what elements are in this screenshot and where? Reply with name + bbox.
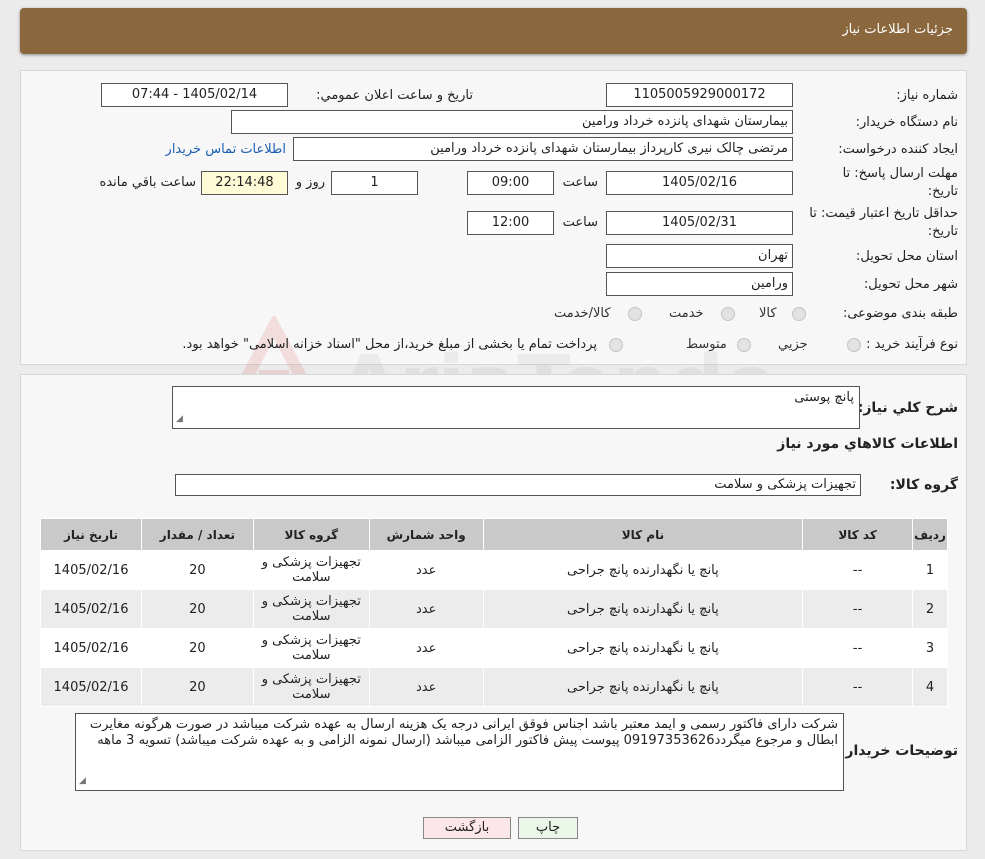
treasury-payment-note: پرداخت تمام يا بخشی از مبلغ خريد،از محل … [182, 337, 597, 352]
category-option-service: خدمت [669, 306, 704, 321]
purchase-radio-medium[interactable] [737, 338, 751, 352]
col-quantity: تعداد / مقدار [141, 518, 254, 551]
general-desc-textarea[interactable]: پانچ پوستی ◢ [172, 386, 860, 429]
col-need-date: تاريخ نياز [40, 518, 142, 551]
items-table: رديف كد كالا نام كالا واحد شمارش گروه كا… [40, 518, 948, 707]
buyer-org-field[interactable]: بیمارستان شهدای پانزده خرداد ورامین [231, 110, 793, 134]
print-button[interactable]: چاپ [518, 817, 578, 839]
cell-goods-code: -- [802, 550, 914, 590]
reply-date-field[interactable]: 1405/02/16 [606, 171, 793, 195]
cell-goods-name: پانچ یا نگهدارنده پانچ جراحی [482, 550, 804, 590]
goods-info-title: اطلاعات كالاهاي مورد نياز [777, 436, 958, 452]
back-button[interactable]: بازگشت [423, 817, 511, 839]
reply-time-field[interactable]: 09:00 [467, 171, 554, 195]
province-field[interactable]: تهران [606, 244, 793, 268]
buyer-notes-textarea[interactable]: شرکت دارای فاکتور رسمی و ایمد معتبر باشد… [75, 713, 844, 791]
cell-goods-code: -- [802, 589, 914, 629]
resize-grip-icon[interactable]: ◢ [79, 773, 86, 789]
price-validity-time-field[interactable]: 12:00 [467, 211, 554, 235]
days-label: روز و [295, 175, 325, 190]
buyer-notes-label: توضيحات خريدار: [839, 743, 958, 759]
table-row: 2 -- پانچ یا نگهدارنده پانچ جراحی عدد تج… [40, 589, 948, 629]
purchase-radio-minor[interactable] [847, 338, 861, 352]
goods-group-field[interactable]: تجهیزات پزشکی و سلامت [175, 474, 861, 496]
province-label: استان محل تحويل: [856, 249, 958, 264]
cell-need-date: 1405/02/16 [40, 667, 142, 707]
reply-deadline-label: مهلت ارسال پاسخ: تا [842, 166, 958, 181]
cell-need-date: 1405/02/16 [40, 628, 142, 668]
buyer-contact-link[interactable]: اطلاعات تماس خريدار [166, 142, 286, 157]
table-row: 1 -- پانچ یا نگهدارنده پانچ جراحی عدد تج… [40, 550, 948, 590]
category-radio-goods[interactable] [792, 307, 806, 321]
category-radio-goods-service[interactable] [628, 307, 642, 321]
cell-goods-group: تجهیزات پزشکی و سلامت [252, 628, 370, 668]
cell-row-number: 1 [912, 550, 948, 590]
table-row: 3 -- پانچ یا نگهدارنده پانچ جراحی عدد تج… [40, 628, 948, 668]
category-label: طبقه بندی موضوعی: [842, 306, 958, 321]
category-option-goods-service: كالا/خدمت [554, 306, 611, 321]
purchase-option-medium: متوسط [686, 337, 727, 352]
need-info-panel: AriaTender.neT شماره نیاز: 1105005929000… [20, 70, 967, 430]
city-field[interactable]: ورامین [606, 272, 793, 296]
cell-unit: عدد [368, 628, 484, 668]
cell-unit: عدد [368, 667, 484, 707]
cell-need-date: 1405/02/16 [40, 550, 142, 590]
buyer-org-label: نام دستگاه خريدار: [855, 115, 958, 130]
cell-unit: عدد [368, 550, 484, 590]
table-header-row: رديف كد كالا نام كالا واحد شمارش گروه كا… [40, 518, 948, 551]
need-number-label: شماره نیاز: [896, 88, 958, 103]
reply-time-label: ساعت [562, 175, 598, 190]
cell-need-date: 1405/02/16 [40, 589, 142, 629]
cell-goods-group: تجهیزات پزشکی و سلامت [252, 589, 370, 629]
general-desc-label: شرح كلي نياز: [857, 400, 958, 416]
table-row: 4 -- پانچ یا نگهدارنده پانچ جراحی عدد تج… [40, 667, 948, 707]
price-validity-label-2: تاريخ: [927, 224, 958, 239]
price-validity-label: حداقل تاريخ اعتبار قيمت: تا [809, 206, 958, 221]
reply-deadline-label-2: تاريخ: [927, 184, 958, 199]
cell-quantity: 20 [141, 589, 254, 629]
announce-label: تاريخ و ساعت اعلان عمومي: [316, 88, 473, 103]
price-validity-date-field[interactable]: 1405/02/31 [606, 211, 793, 235]
goods-group-label: گروه كالا: [889, 477, 958, 493]
cell-goods-name: پانچ یا نگهدارنده پانچ جراحی [482, 628, 804, 668]
cell-row-number: 2 [912, 589, 948, 629]
cell-row-number: 3 [912, 628, 948, 668]
cell-unit: عدد [368, 589, 484, 629]
cell-goods-code: -- [802, 628, 914, 668]
general-desc-text: پانچ پوستی [794, 390, 854, 405]
col-row-number: رديف [912, 518, 948, 551]
category-radio-service[interactable] [721, 307, 735, 321]
purchase-option-minor: جزيي [778, 337, 808, 352]
cell-goods-name: پانچ یا نگهدارنده پانچ جراحی [482, 589, 804, 629]
need-number-field[interactable]: 1105005929000172 [606, 83, 793, 107]
col-goods-group: گروه كالا [252, 518, 370, 551]
city-label: شهر محل تحويل: [863, 277, 958, 292]
creator-label: ايجاد كننده درخواست: [838, 142, 958, 157]
col-goods-code: كد كالا [802, 518, 914, 551]
resize-grip-icon[interactable]: ◢ [176, 411, 183, 427]
category-option-goods: كالا [759, 306, 777, 321]
col-unit: واحد شمارش [368, 518, 484, 551]
page-header: جزئیات اطلاعات نیاز [20, 8, 967, 54]
cell-quantity: 20 [141, 628, 254, 668]
announce-datetime-field[interactable]: 1405/02/14 - 07:44 [101, 83, 288, 107]
creator-field[interactable]: مرتضی چالک نیری کارپرداز بیمارستان شهدای… [293, 137, 793, 161]
buyer-notes-text: شرکت دارای فاکتور رسمی و ایمد معتبر باشد… [89, 717, 838, 748]
cell-goods-name: پانچ یا نگهدارنده پانچ جراحی [482, 667, 804, 707]
treasury-payment-radio[interactable] [609, 338, 623, 352]
items-panel: شرح كلي نياز: پانچ پوستی ◢ اطلاعات كالاه… [20, 374, 967, 851]
cell-goods-code: -- [802, 667, 914, 707]
price-validity-time-label: ساعت [562, 215, 598, 230]
days-field[interactable]: 1 [331, 171, 418, 195]
purchase-type-label: نوع فرآيند خريد : [866, 337, 958, 352]
remaining-time-field: 22:14:48 [201, 171, 288, 195]
page-title: جزئیات اطلاعات نیاز [842, 22, 953, 37]
remaining-label: ساعت باقي مانده [99, 175, 196, 190]
cell-goods-group: تجهیزات پزشکی و سلامت [252, 550, 370, 590]
cell-quantity: 20 [141, 550, 254, 590]
cell-quantity: 20 [141, 667, 254, 707]
col-goods-name: نام كالا [482, 518, 804, 551]
cell-goods-group: تجهیزات پزشکی و سلامت [252, 667, 370, 707]
cell-row-number: 4 [912, 667, 948, 707]
